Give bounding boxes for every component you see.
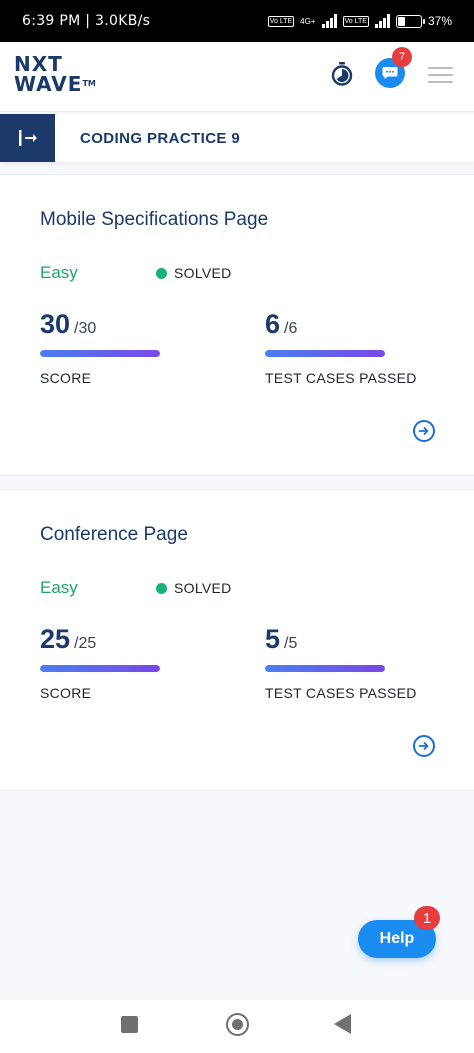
status-time: 6:39 PM <box>22 13 81 29</box>
question-card[interactable]: Conference Page Easy SOLVED 25/25 SCORE … <box>0 489 474 791</box>
open-question-button[interactable] <box>413 735 435 757</box>
solved-status-dot <box>156 583 167 594</box>
arrow-right-circle-icon <box>418 427 429 435</box>
tests-total: /6 <box>284 320 298 337</box>
battery-percent: 37% <box>427 14 452 28</box>
sub-header: CODING PRACTICE 9 <box>0 114 474 162</box>
stopwatch-icon[interactable] <box>331 62 353 86</box>
volte-icon-2: Vo LTE <box>342 15 369 27</box>
tests-total: /5 <box>284 635 298 652</box>
score-total: /25 <box>74 635 97 652</box>
difficulty-label: Easy <box>40 578 78 597</box>
tests-number: 5 <box>265 624 281 654</box>
tests-number: 6 <box>265 309 281 339</box>
status-right: Vo LTE 4G+ Vo LTE 37% <box>267 14 452 28</box>
score-value: 30/30 <box>40 309 96 340</box>
score-label: SCORE <box>40 370 92 386</box>
status-left: 6:39 PM | 3.0KB/s <box>22 13 151 29</box>
network-type: 4G+ <box>300 16 316 26</box>
score-number: 30 <box>40 309 71 339</box>
solved-status-text: SOLVED <box>174 580 232 596</box>
nxtwave-logo[interactable]: NXT WAVETM <box>14 54 96 94</box>
app-header: NXT WAVETM 7 <box>0 42 474 112</box>
logo-line-1: NXT <box>14 52 63 76</box>
signal-icon-2 <box>374 14 390 28</box>
hamburger-menu-icon[interactable] <box>428 67 453 83</box>
score-value: 25/25 <box>40 624 96 655</box>
recent-apps-icon[interactable] <box>121 1016 138 1033</box>
question-title[interactable]: Conference Page <box>40 524 188 546</box>
volte-icon: Vo LTE <box>267 15 295 27</box>
sidebar-collapse-button[interactable] <box>0 114 55 162</box>
chat-notification-badge: 7 <box>392 47 412 67</box>
tests-progress-bar <box>265 350 385 357</box>
solved-status-dot <box>156 268 167 279</box>
logo-tm: TM <box>82 79 96 88</box>
back-icon[interactable] <box>334 1014 351 1034</box>
question-card[interactable]: Mobile Specifications Page Easy SOLVED 3… <box>0 174 474 476</box>
score-total: /30 <box>74 320 97 337</box>
tests-value: 6/6 <box>265 309 297 340</box>
android-nav-bar <box>0 1000 474 1053</box>
tests-label: TEST CASES PASSED <box>265 685 417 701</box>
open-question-button[interactable] <box>413 420 435 442</box>
home-icon[interactable] <box>226 1013 249 1036</box>
logo-line-2: WAVE <box>14 72 83 96</box>
practice-title: CODING PRACTICE 9 <box>80 130 241 147</box>
difficulty-label: Easy <box>40 263 78 282</box>
sidebar-collapse-icon <box>18 130 37 146</box>
solved-status-text: SOLVED <box>174 265 232 281</box>
help-notification-badge: 1 <box>414 906 440 930</box>
score-number: 25 <box>40 624 71 654</box>
battery-icon <box>395 14 425 28</box>
tests-progress-bar <box>265 665 385 672</box>
tests-label: TEST CASES PASSED <box>265 370 417 386</box>
question-title[interactable]: Mobile Specifications Page <box>40 209 268 231</box>
score-label: SCORE <box>40 685 92 701</box>
score-progress-bar <box>40 350 160 357</box>
arrow-right-circle-icon <box>418 742 429 750</box>
score-progress-bar <box>40 665 160 672</box>
tests-value: 5/5 <box>265 624 297 655</box>
signal-icon <box>321 14 337 28</box>
status-speed: 3.0KB/s <box>95 13 151 29</box>
chat-icon <box>382 67 398 79</box>
status-bar: 6:39 PM | 3.0KB/s Vo LTE 4G+ Vo LTE 37% <box>0 0 474 42</box>
